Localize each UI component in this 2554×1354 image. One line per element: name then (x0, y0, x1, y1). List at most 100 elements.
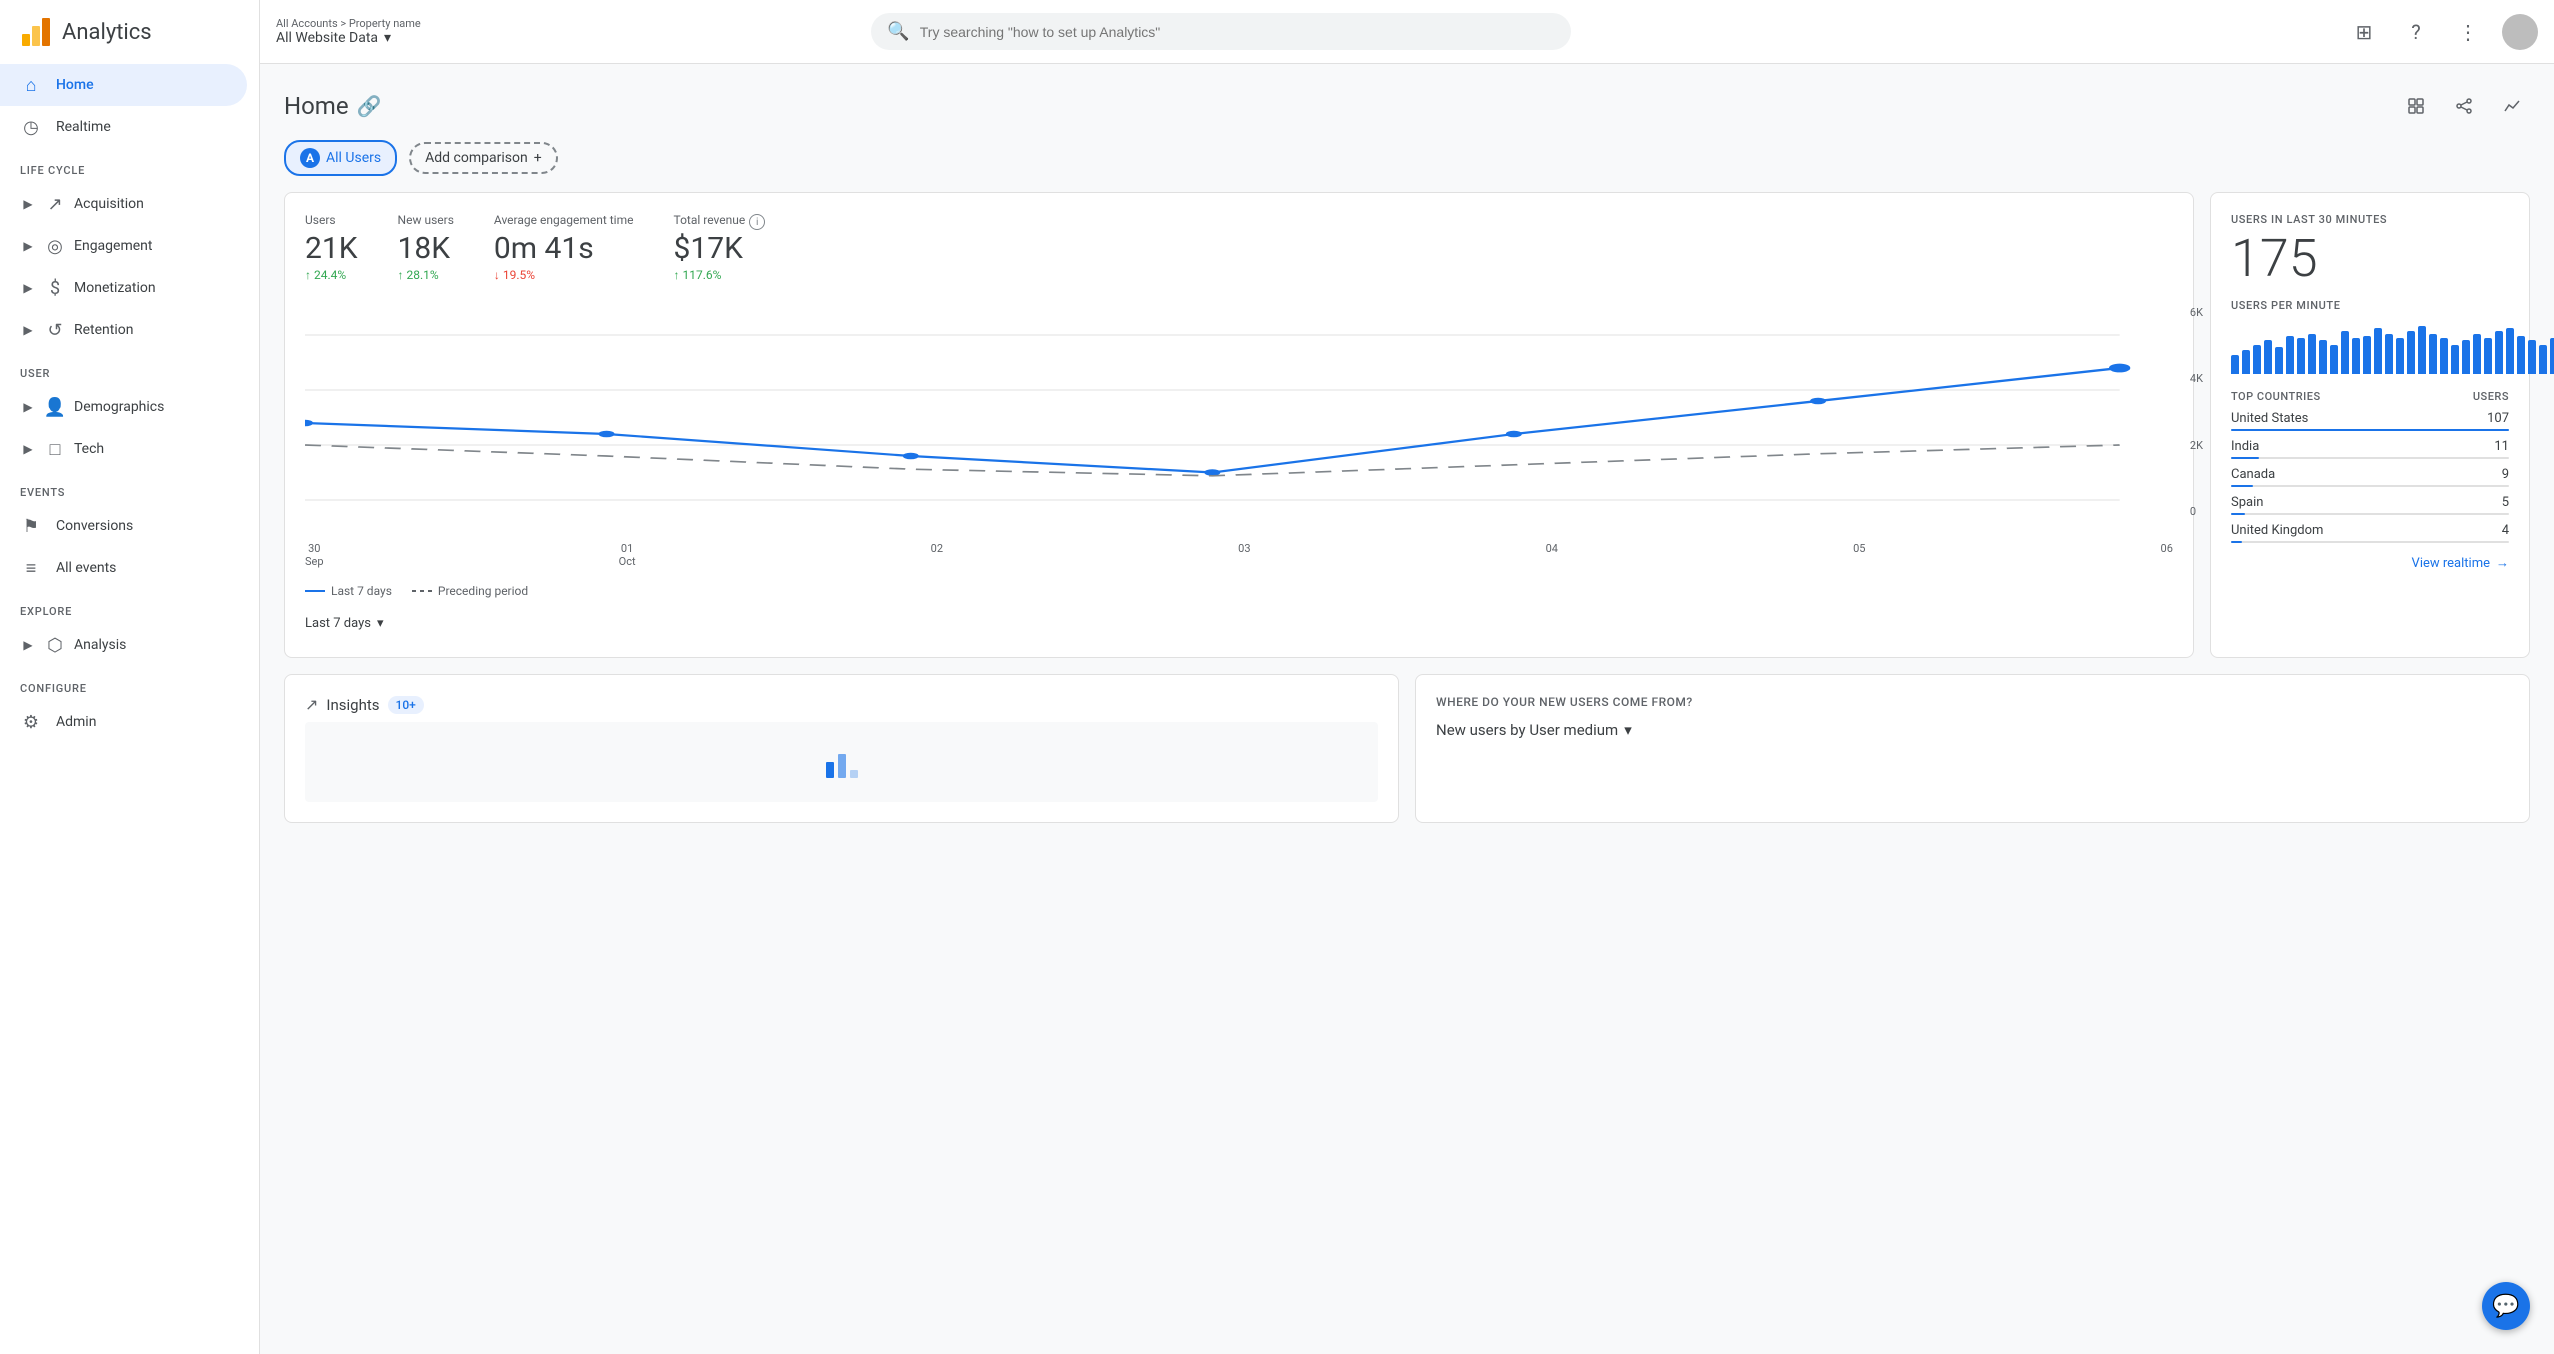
legend-preceding-label: Preceding period (438, 584, 528, 598)
bar-mini (2484, 338, 2492, 374)
compare-dates-button[interactable] (2494, 88, 2530, 124)
sidebar-item-home[interactable]: ⌂ Home (0, 64, 247, 106)
bar-mini (2363, 336, 2371, 374)
sidebar-item-admin-label: Admin (56, 714, 96, 730)
grid-menu-button[interactable]: ⊞ (2346, 14, 2382, 50)
sidebar-item-all-events[interactable]: ≡ All events (0, 547, 247, 589)
country-info: United States 107 (2231, 411, 2509, 426)
country-info: United Kingdom 4 (2231, 523, 2509, 538)
chart-area: 6K 4K 2K 0 (305, 302, 2173, 522)
search-icon: 🔍 (887, 21, 909, 42)
country-user-count: 11 (2494, 439, 2509, 454)
expand-arrow-icon: ▶ (20, 441, 36, 457)
insights-icon: ↗ (305, 695, 318, 714)
share-button[interactable] (2446, 88, 2482, 124)
bottom-section: ↗ Insights 10+ WHERE DO YOUR NEW USERS C… (284, 674, 2530, 823)
sidebar-item-demographics[interactable]: ▶ 👤 Demographics (0, 386, 259, 428)
insights-chart-icon (822, 742, 862, 782)
customize-report-button[interactable] (2398, 88, 2434, 124)
app-logo: Analytics (0, 0, 259, 64)
expand-arrow-icon: ▶ (20, 280, 36, 296)
stat-engagement: Average engagement time 0m 41s ↓ 19.5% (494, 213, 634, 282)
view-realtime-link[interactable]: View realtime → (2231, 555, 2509, 571)
y-label-6k: 6K (2190, 306, 2203, 319)
all-users-filter[interactable]: A All Users (284, 140, 397, 176)
page-title-text: Home (284, 92, 349, 120)
page-link-icon[interactable]: 🔗 (357, 94, 382, 118)
chart-legend: Last 7 days Preceding period (305, 584, 2173, 598)
sidebar-item-tech[interactable]: ▶ □ Tech (0, 428, 259, 470)
revenue-info-icon[interactable]: i (749, 214, 765, 230)
realtime-bar-chart (2231, 324, 2509, 374)
sidebar-item-analysis[interactable]: ▶ ⬡ Analysis (0, 624, 259, 666)
x-label-05: 05 (1853, 542, 1865, 568)
sidebar-item-retention[interactable]: ▶ ↺ Retention (0, 309, 259, 351)
country-name: United States (2231, 411, 2308, 426)
date-range-label: Last 7 days (305, 616, 371, 631)
bar-mini (2440, 338, 2448, 374)
sidebar-item-realtime[interactable]: ◷ Realtime (0, 106, 247, 148)
sidebar-item-admin[interactable]: ⚙ Admin (0, 701, 247, 743)
stat-revenue-value: $17K (673, 231, 765, 266)
legend-dashed-line (412, 590, 432, 592)
search-input-wrap[interactable]: 🔍 (871, 13, 1571, 50)
search-input[interactable] (920, 24, 1556, 40)
user-avatar[interactable] (2502, 14, 2538, 50)
analytics-icon (2503, 97, 2521, 115)
view-realtime-arrow-icon: → (2496, 555, 2509, 571)
country-bar-fill (2231, 485, 2253, 487)
breadcrumb-current-label: All Website Data (276, 30, 378, 46)
bar-mini (2528, 340, 2536, 374)
breadcrumb-dropdown-icon: ▾ (384, 30, 391, 46)
bar-mini (2286, 336, 2294, 374)
admin-icon: ⚙ (20, 711, 42, 733)
sidebar-item-retention-label: Retention (74, 322, 134, 338)
sidebar-item-engagement[interactable]: ▶ ◎ Engagement (0, 225, 259, 267)
stat-users-change: ↑ 24.4% (305, 268, 358, 282)
country-bar-fill (2231, 457, 2259, 459)
lifecycle-section-label: LIFE CYCLE (0, 148, 259, 183)
sidebar-navigation: ⌂ Home ◷ Realtime LIFE CYCLE ▶ ↗ Acquisi… (0, 64, 259, 1354)
new-users-medium-label: New users by User medium (1436, 721, 1618, 739)
bar-mini (2418, 326, 2426, 374)
y-label-2k: 2K (2190, 439, 2203, 452)
bar-mini (2473, 334, 2481, 374)
add-comparison-plus-icon: + (534, 150, 542, 166)
app-name: Analytics (62, 20, 152, 45)
sidebar-item-acquisition[interactable]: ▶ ↗ Acquisition (0, 183, 259, 225)
stat-engagement-value: 0m 41s (494, 231, 634, 266)
bar-mini (2539, 345, 2547, 374)
help-button[interactable]: ? (2398, 14, 2434, 50)
where-label: WHERE DO YOUR NEW USERS COME FROM? (1436, 695, 2509, 709)
date-range-button[interactable]: Last 7 days ▾ (305, 610, 2173, 637)
countries-list: United States 107 India 11 Canada 9 (2231, 411, 2509, 543)
sidebar-item-conversions[interactable]: ⚑ Conversions (0, 505, 247, 547)
country-user-count: 5 (2502, 495, 2509, 510)
bar-mini (2319, 340, 2327, 374)
more-options-button[interactable]: ⋮ (2450, 14, 2486, 50)
report-icon (2407, 97, 2425, 115)
sidebar-item-acquisition-label: Acquisition (74, 196, 144, 212)
sidebar-item-monetization[interactable]: ▶ $ Monetization (0, 267, 259, 309)
line-chart (305, 302, 2173, 522)
expand-arrow-icon: ▶ (20, 238, 36, 254)
breadcrumb-current[interactable]: All Website Data ▾ (276, 30, 476, 46)
insights-card: ↗ Insights 10+ (284, 674, 1399, 823)
new-users-medium-dropdown[interactable]: New users by User medium ▾ (1436, 721, 2509, 739)
new-users-medium-arrow-icon: ▾ (1624, 721, 1632, 739)
feedback-button[interactable]: 💬 (2482, 1282, 2530, 1330)
add-comparison-button[interactable]: Add comparison + (409, 142, 558, 174)
bar-mini (2330, 345, 2338, 374)
country-bar-bg (2231, 457, 2509, 459)
add-comparison-label: Add comparison (425, 150, 528, 166)
dashboard-grid: Users 21K ↑ 24.4% New users 18K ↑ 28.1% … (284, 192, 2530, 658)
country-bar-bg (2231, 485, 2509, 487)
topbar-actions: ⊞ ? ⋮ (2346, 14, 2538, 50)
country-row: United States 107 (2231, 411, 2509, 431)
sidebar-item-conversions-label: Conversions (56, 518, 133, 534)
expand-arrow-icon: ▶ (20, 399, 36, 415)
sidebar-item-tech-label: Tech (74, 441, 104, 457)
bar-mini (2242, 350, 2250, 374)
retention-icon: ↺ (44, 319, 66, 341)
sidebar-item-demographics-label: Demographics (74, 399, 164, 415)
